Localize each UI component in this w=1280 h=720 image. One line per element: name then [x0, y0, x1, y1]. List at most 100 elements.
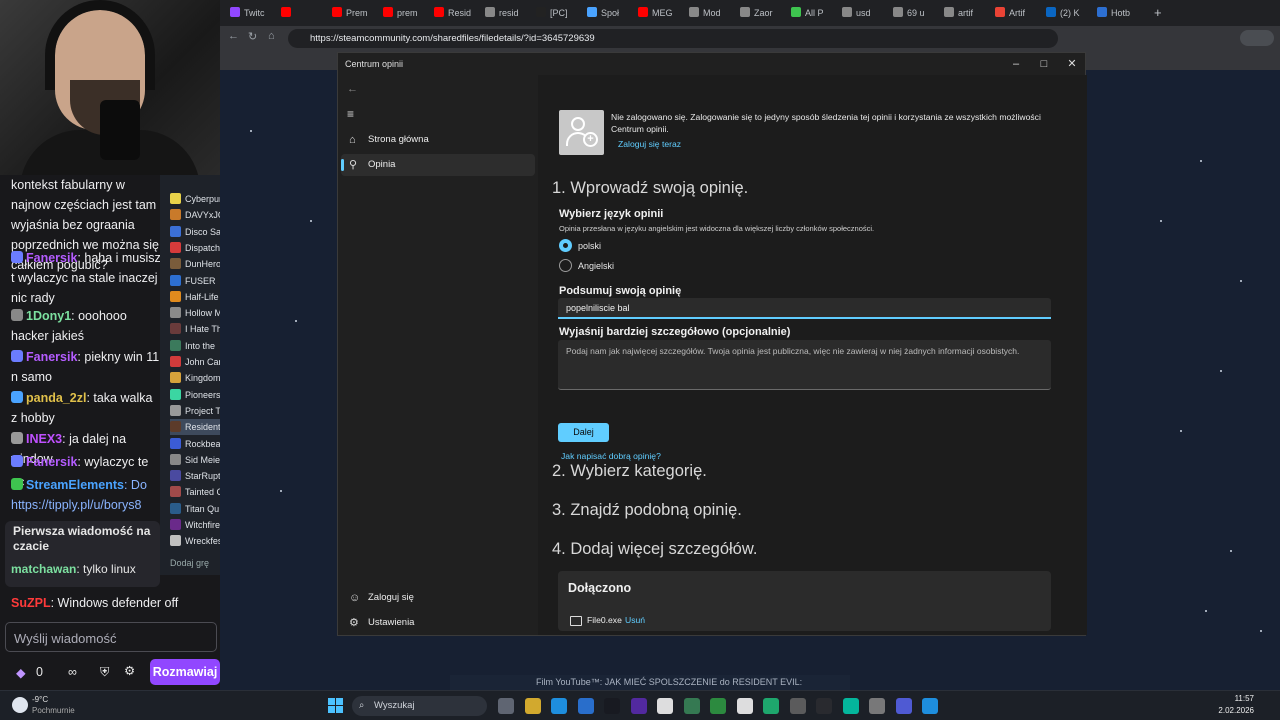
step-2-heading[interactable]: 2. Wybierz kategorię. [552, 462, 707, 481]
game-list-item[interactable]: Wreckfes [170, 533, 220, 549]
new-tab-icon[interactable]: + [1154, 5, 1162, 21]
clock-time[interactable]: 11:57 [1226, 694, 1254, 703]
shield-icon[interactable]: ⛨ [100, 662, 109, 682]
browser-tab[interactable] [281, 5, 327, 21]
language-heading: Wybierz język opinii [559, 208, 664, 220]
reload-icon[interactable]: ↻ [248, 30, 257, 43]
taskbar-app-icon[interactable] [524, 698, 541, 714]
browser-tab[interactable]: MEG [638, 5, 684, 21]
nav-home[interactable]: ⌂ Strona główna [341, 129, 535, 151]
nav-feedback[interactable]: ⚲ Opinia [341, 154, 535, 176]
game-list-item[interactable]: Sid Meier [170, 452, 220, 468]
taskbar-app-icon[interactable] [816, 698, 832, 714]
game-list-item[interactable]: Into the [170, 338, 215, 354]
taskbar-app-icon[interactable] [869, 698, 885, 714]
taskbar-app-icon[interactable] [498, 698, 514, 714]
taskbar-search[interactable]: ⌕ Wyszukaj [352, 696, 487, 716]
game-list-item[interactable]: Cyberpun [170, 191, 220, 207]
start-icon[interactable] [328, 698, 343, 713]
game-list-item[interactable]: Resident [170, 419, 220, 436]
browser-tab[interactable]: Społ [587, 5, 633, 21]
taskbar-app-icon[interactable] [604, 698, 620, 714]
close-icon[interactable]: ✕ [1064, 57, 1080, 71]
pinned-message[interactable]: Pierwsza wiadomość na czacie matchawan: … [5, 521, 160, 587]
browser-tab[interactable]: Resid [434, 5, 480, 21]
browser-tab[interactable]: Hotb [1097, 5, 1143, 21]
taskbar-app-icon[interactable] [763, 698, 779, 714]
browser-tab[interactable]: Mod [689, 5, 735, 21]
back-icon[interactable]: ← [228, 30, 239, 42]
gear-icon[interactable]: ⚙ [124, 661, 135, 681]
taskbar-app-icon[interactable] [736, 698, 753, 714]
taskbar-app-icon[interactable] [922, 698, 938, 714]
game-list-item[interactable]: Half-Life [170, 289, 219, 305]
game-list-item[interactable]: Tainted C [170, 484, 220, 500]
window-title: Centrum opinii [345, 59, 404, 69]
taskbar-app-icon[interactable] [895, 698, 912, 714]
taskbar-app-icon[interactable] [710, 698, 726, 714]
nav-settings[interactable]: ⚙ Ustawienia [341, 612, 535, 634]
game-list-item[interactable]: Pioneers [170, 387, 220, 403]
game-list-item[interactable]: John Car [170, 354, 220, 370]
browser-tab[interactable]: All P [791, 5, 837, 21]
tab-favicon-icon [893, 7, 903, 17]
taskbar-app-icon[interactable] [789, 698, 806, 714]
game-list-item[interactable]: DAVYxJO [170, 207, 220, 223]
browser-tab[interactable]: prem [383, 5, 429, 21]
send-chat-button[interactable]: Rozmawiaj [150, 659, 220, 685]
browser-tab[interactable]: Artif [995, 5, 1041, 21]
clock-date[interactable]: 2.02.2026 [1214, 706, 1254, 715]
step-4-heading[interactable]: 4. Dodaj więcej szczegółów. [552, 540, 757, 559]
taskbar-app-icon[interactable] [551, 698, 567, 714]
browser-tab[interactable]: [PC] [536, 5, 582, 21]
summary-input[interactable]: popelniliscie bal [558, 298, 1051, 319]
next-button[interactable]: Dalej [558, 423, 609, 442]
browser-tab[interactable]: usd [842, 5, 888, 21]
chat-input[interactable]: Wyślij wiadomość [5, 622, 217, 652]
game-list-item[interactable]: Dispatch [170, 240, 220, 256]
channel-points-icon[interactable]: ◆ [16, 663, 26, 683]
game-list-item[interactable]: I Hate Th [170, 321, 220, 337]
home-icon[interactable]: ⌂ [268, 30, 275, 42]
browser-tab[interactable]: Twitc [230, 5, 276, 21]
browser-tab[interactable]: resid [485, 5, 531, 21]
weather-icon[interactable] [12, 697, 28, 713]
back-arrow-icon[interactable]: ← [347, 83, 358, 95]
game-list-item[interactable]: Kingdom [170, 370, 220, 386]
game-list-item[interactable]: StarRupt [170, 468, 220, 484]
browser-tab[interactable]: artif [944, 5, 990, 21]
signin-link[interactable]: Zaloguj się teraz [618, 139, 681, 149]
add-game-button[interactable]: Dodaj grę [170, 555, 209, 571]
game-list-item[interactable]: Witchfire [170, 517, 220, 533]
help-link[interactable]: Jak napisać dobrą opinię? [561, 451, 661, 461]
hamburger-icon[interactable]: ≡ [347, 107, 354, 121]
maximize-icon[interactable]: □ [1036, 57, 1052, 71]
nav-sign-in[interactable]: ☺ Zaloguj się [341, 587, 535, 609]
browser-tab[interactable]: Zaor [740, 5, 786, 21]
star-dot [1220, 370, 1222, 372]
game-list-item[interactable]: Hollow M [170, 305, 220, 321]
game-list-item[interactable]: Titan Qu [170, 501, 219, 517]
game-icon [170, 290, 181, 302]
taskbar-app-icon[interactable] [577, 698, 594, 714]
step-3-heading[interactable]: 3. Znajdź podobną opinię. [552, 501, 742, 520]
game-list-item[interactable]: Project T [170, 403, 220, 419]
game-list-item[interactable]: FUSER [170, 273, 216, 289]
radio-polish[interactable] [559, 239, 572, 252]
browser-tab[interactable]: (2) K [1046, 5, 1092, 21]
url-field[interactable]: https://steamcommunity.com/sharedfiles/f… [288, 29, 1058, 48]
taskbar-app-icon[interactable] [683, 698, 700, 714]
copilot-icon[interactable] [1240, 30, 1274, 46]
remove-attachment-link[interactable]: Usuń [625, 615, 645, 625]
game-list-item[interactable]: DunHero [170, 256, 220, 272]
radio-english[interactable] [559, 259, 572, 272]
taskbar-app-icon[interactable] [657, 698, 673, 714]
taskbar-app-icon[interactable] [842, 698, 859, 714]
details-textarea[interactable]: Podaj nam jak najwięcej szczegółów. Twoj… [558, 340, 1051, 390]
browser-tab[interactable]: 69 u [893, 5, 939, 21]
minimize-icon[interactable]: – [1008, 57, 1024, 71]
taskbar-app-icon[interactable] [630, 698, 647, 714]
game-list-item[interactable]: Rockbea [170, 436, 220, 452]
browser-tab[interactable]: Prem [332, 5, 378, 21]
game-list-item[interactable]: Disco Sa [170, 224, 220, 240]
